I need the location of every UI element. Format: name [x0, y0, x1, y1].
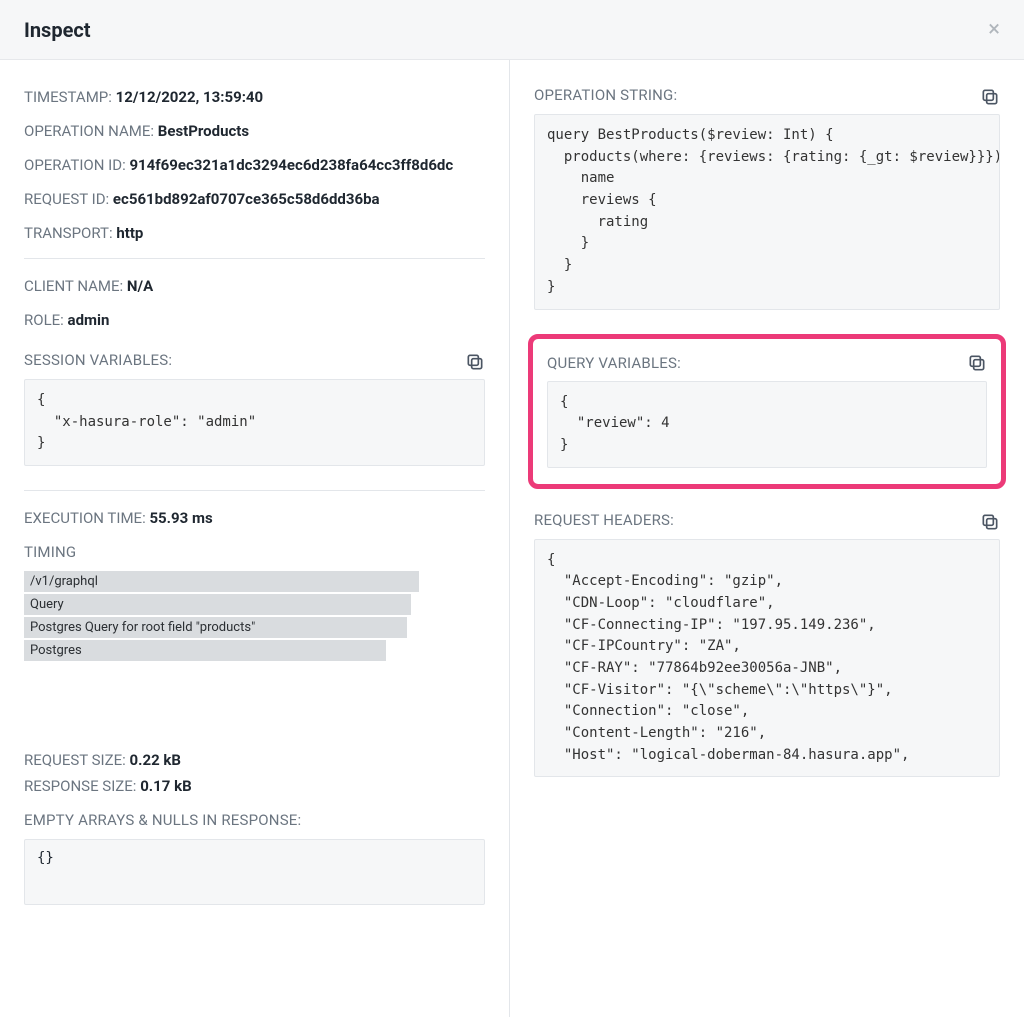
value: 0.22 kB [130, 751, 181, 769]
label: EXECUTION TIME: [24, 509, 146, 527]
value: N/A [127, 277, 153, 295]
session-variables-label: SESSION VARIABLES: [24, 351, 172, 369]
value: ec561bd892af0707ce365c58d6dd36ba [113, 190, 380, 208]
session-variables-header: SESSION VARIABLES: [24, 345, 485, 379]
right-panel: OPERATION STRING: query BestProducts($re… [510, 60, 1024, 1017]
label: TRANSPORT: [24, 224, 113, 242]
label: REQUEST SIZE: [24, 751, 126, 769]
divider [24, 258, 485, 259]
field-client-name: CLIENT NAME: N/A [24, 277, 485, 295]
request-headers-label: REQUEST HEADERS: [534, 511, 674, 529]
label: ROLE: [24, 311, 64, 329]
value: 0.17 kB [140, 777, 191, 795]
copy-icon[interactable] [980, 87, 1000, 107]
label: TIMESTAMP: [24, 88, 112, 106]
field-operation-id: OPERATION ID: 914f69ec321a1dc3294ec6d238… [24, 156, 485, 174]
left-panel: TIMESTAMP: 12/12/2022, 13:59:40 OPERATIO… [0, 60, 510, 1017]
session-variables-code: { "x-hasura-role": "admin" } [24, 379, 485, 466]
field-timestamp: TIMESTAMP: 12/12/2022, 13:59:40 [24, 88, 485, 106]
value: BestProducts [158, 122, 249, 140]
timing-row: /v1/graphql [24, 571, 419, 592]
field-execution-time: EXECUTION TIME: 55.93 ms [24, 509, 485, 527]
label: REQUEST ID: [24, 190, 109, 208]
operation-string-code: query BestProducts($review: Int) { produ… [534, 114, 1000, 310]
field-response-size: RESPONSE SIZE: 0.17 kB [24, 777, 485, 795]
close-icon[interactable]: × [988, 19, 1000, 41]
label: OPERATION ID: [24, 156, 126, 174]
page-title: Inspect [24, 18, 91, 42]
field-request-size: REQUEST SIZE: 0.22 kB [24, 751, 485, 769]
copy-icon[interactable] [967, 353, 987, 373]
label: RESPONSE SIZE: [24, 777, 136, 795]
value: 55.93 ms [149, 509, 212, 527]
value: http [116, 224, 143, 242]
field-request-id: REQUEST ID: ec561bd892af0707ce365c58d6dd… [24, 190, 485, 208]
query-variables-code: { "review": 4 } [547, 381, 987, 468]
operation-string-section: OPERATION STRING: query BestProducts($re… [534, 80, 1000, 310]
field-role: ROLE: admin [24, 311, 485, 329]
modal-header: Inspect × [0, 0, 1024, 60]
timing-label: TIMING [24, 543, 485, 561]
operation-string-label: OPERATION STRING: [534, 86, 677, 104]
field-operation-name: OPERATION NAME: BestProducts [24, 122, 485, 140]
value: 12/12/2022, 13:59:40 [116, 88, 264, 106]
query-variables-highlight: QUERY VARIABLES: { "review": 4 } [528, 334, 1006, 489]
timing-chart: /v1/graphql Query Postgres Query for roo… [24, 571, 485, 661]
timing-row: Postgres Query for root field "products" [24, 617, 407, 638]
value: 914f69ec321a1dc3294ec6d238fa64cc3ff8d6dc [129, 156, 453, 174]
value: admin [68, 311, 110, 329]
copy-icon[interactable] [980, 512, 1000, 532]
request-headers-code: { "Accept-Encoding": "gzip", "CDN-Loop":… [534, 539, 1000, 778]
divider [24, 490, 485, 491]
request-headers-section: REQUEST HEADERS: { "Accept-Encoding": "g… [534, 505, 1000, 778]
empty-arrays-label: EMPTY ARRAYS & NULLS IN RESPONSE: [24, 811, 485, 829]
query-variables-label: QUERY VARIABLES: [547, 354, 681, 372]
field-transport: TRANSPORT: http [24, 224, 485, 242]
empty-arrays-code: {} [24, 839, 485, 905]
timing-row: Postgres [24, 640, 386, 661]
modal-body: TIMESTAMP: 12/12/2022, 13:59:40 OPERATIO… [0, 60, 1024, 1017]
label: OPERATION NAME: [24, 122, 154, 140]
timing-row: Query [24, 594, 411, 615]
copy-icon[interactable] [465, 352, 485, 372]
label: CLIENT NAME: [24, 277, 123, 295]
